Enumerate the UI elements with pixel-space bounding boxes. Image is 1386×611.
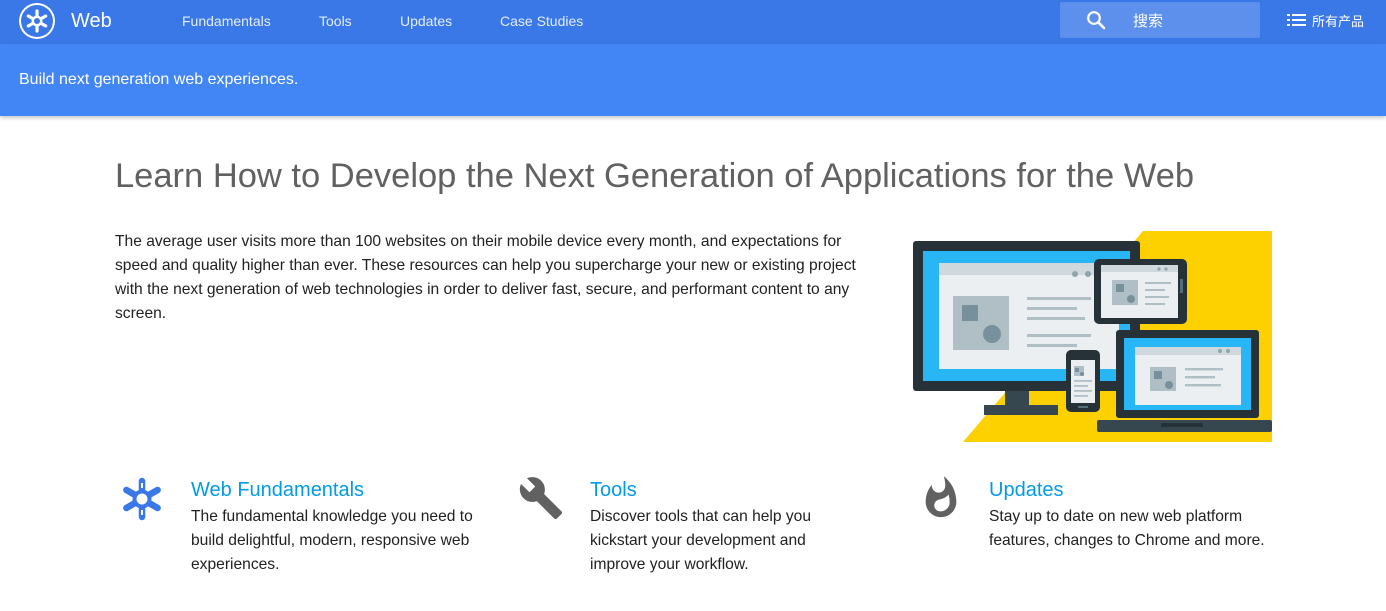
nav-link-fundamentals[interactable]: Fundamentals: [182, 13, 271, 29]
search-placeholder: 搜索: [1133, 11, 1164, 30]
card-description: Stay up to date on new web platform feat…: [989, 508, 1265, 549]
page-title: Learn How to Develop the Next Generation…: [115, 157, 1195, 195]
site-title[interactable]: Web: [71, 9, 112, 33]
web-logo-icon[interactable]: [19, 3, 55, 39]
search-icon: [1086, 10, 1106, 30]
banner-tagline: Build next generation web experiences.: [19, 71, 299, 88]
updates-link[interactable]: Updates: [989, 478, 1064, 502]
card-description: The fundamental knowledge you need to bu…: [191, 508, 473, 573]
card-description: Discover tools that can help you kicksta…: [590, 508, 812, 573]
list-icon: [1287, 13, 1306, 27]
search-input[interactable]: 搜索: [1060, 2, 1260, 38]
devices-illustration: [913, 231, 1272, 442]
intro-paragraph: The average user visits more than 100 we…: [115, 233, 856, 322]
all-products-label: 所有产品: [1312, 14, 1365, 30]
all-products-button[interactable]: 所有产品: [1287, 11, 1365, 30]
tools-link[interactable]: Tools: [590, 478, 637, 502]
nav-link-tools[interactable]: Tools: [319, 13, 352, 29]
fundamentals-asterisk-icon: [119, 476, 165, 522]
nav-link-updates[interactable]: Updates: [400, 13, 452, 29]
nav-link-case-studies[interactable]: Case Studies: [500, 13, 583, 29]
flame-icon: [918, 475, 964, 521]
wrench-icon: [518, 475, 564, 521]
web-fundamentals-link[interactable]: Web Fundamentals: [191, 478, 364, 502]
top-app-bar: Web Fundamentals Tools Updates Case Stud…: [0, 0, 1386, 44]
hero-banner: Build next generation web experiences.: [0, 44, 1386, 116]
